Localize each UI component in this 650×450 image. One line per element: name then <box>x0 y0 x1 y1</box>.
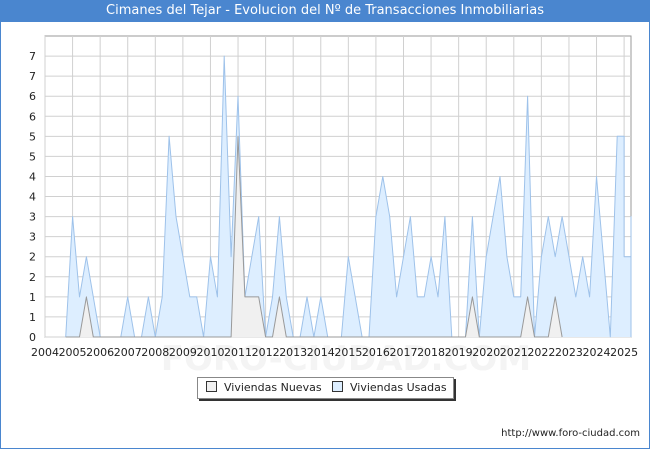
legend-swatch-new <box>206 381 217 392</box>
legend: Viviendas Nuevas Viviendas Usadas <box>197 377 454 399</box>
x-tick-label: 2004 <box>31 346 59 359</box>
y-tick-label: 0 <box>29 331 36 344</box>
x-axis-tick-labels: 2004 2005 2006 2007 2008 2009 2010 2011 2012 2013… <box>31 346 638 359</box>
y-tick-label: 3 <box>29 211 36 224</box>
x-tick-label: 2023 <box>555 346 583 359</box>
x-tick-label: 2006 <box>86 346 114 359</box>
y-tick-label: 6 <box>29 110 36 123</box>
x-tick-label: 2016 <box>362 346 390 359</box>
y-tick-label: 6 <box>29 90 36 103</box>
x-tick-label: 2013 <box>279 346 307 359</box>
y-tick-label: 1 <box>29 311 36 324</box>
y-tick-label: 2 <box>29 251 36 264</box>
y-axis-tick-labels: 0 1 1 2 2 3 3 4 4 5 5 6 6 7 7 <box>29 50 36 344</box>
x-tick-label: 2012 <box>252 346 280 359</box>
x-tick-label: 2018 <box>417 346 445 359</box>
x-tick-label: 2011 <box>224 346 252 359</box>
y-tick-label: 4 <box>29 191 36 204</box>
y-tick-label: 7 <box>29 70 36 83</box>
y-tick-label: 4 <box>29 170 36 183</box>
x-tick-label: 2021 <box>500 346 528 359</box>
legend-label-used: Viviendas Usadas <box>350 381 447 394</box>
x-tick-label: 2025 <box>610 346 638 359</box>
x-tick-label: 2005 <box>59 346 87 359</box>
x-tick-label: 2014 <box>307 346 335 359</box>
x-tick-label: 2019 <box>445 346 473 359</box>
y-tick-label: 2 <box>29 271 36 284</box>
x-tick-label: 2020 <box>472 346 500 359</box>
legend-item-used: Viviendas Usadas <box>332 381 447 395</box>
watermark: FORO-CIUDAD.COM <box>161 339 532 379</box>
y-tick-label: 1 <box>29 291 36 304</box>
y-tick-label: 3 <box>29 231 36 244</box>
x-tick-label: 2017 <box>389 346 417 359</box>
legend-label-new: Viviendas Nuevas <box>224 381 322 394</box>
y-tick-label: 5 <box>29 130 36 143</box>
x-tick-label: 2008 <box>141 346 169 359</box>
legend-item-new: Viviendas Nuevas <box>206 381 322 395</box>
y-tick-label: 7 <box>29 50 36 63</box>
x-tick-label: 2022 <box>527 346 555 359</box>
x-tick-label: 2024 <box>583 346 611 359</box>
legend-swatch-used <box>332 381 343 392</box>
y-tick-label: 5 <box>29 150 36 163</box>
source-credit: http://www.foro-ciudad.com <box>501 428 640 439</box>
x-tick-label: 2009 <box>169 346 197 359</box>
x-tick-label: 2015 <box>334 346 362 359</box>
x-tick-label: 2010 <box>196 346 224 359</box>
x-tick-label: 2007 <box>114 346 142 359</box>
